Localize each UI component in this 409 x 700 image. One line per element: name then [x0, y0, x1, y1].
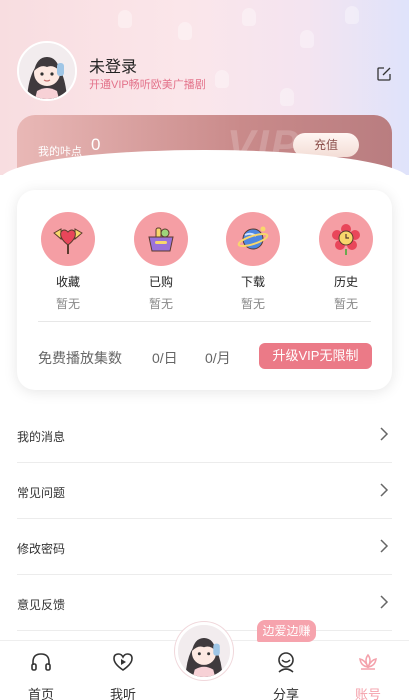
tab-label: 我听 — [109, 687, 136, 700]
heart-play-icon — [113, 653, 133, 671]
downloads-count: 暂无 — [240, 297, 265, 311]
shopping-basket-icon — [148, 227, 174, 252]
upgrade-vip-button[interactable]: 升级VIP无限制 — [259, 343, 372, 369]
tulip-decoration — [215, 70, 229, 88]
menu-item-faq[interactable]: 常见问题 — [17, 463, 392, 519]
vip-promo-text[interactable]: 开通VIP畅听欧美广播剧 — [89, 76, 206, 92]
lollipop-icon — [53, 228, 83, 254]
favorites-label: 收藏 — [55, 275, 80, 289]
stats-divider — [38, 321, 371, 322]
favorites-icon-circle — [41, 212, 95, 266]
menu-item-messages[interactable]: 我的消息 — [17, 407, 392, 463]
user-name[interactable]: 未登录 — [89, 53, 137, 77]
share-character-icon — [278, 652, 294, 673]
menu-item-label: 我的消息 — [17, 430, 66, 444]
stats-card: 收藏 暂无 已购 暂无 下载 暂无 历史 暂无 免费播放集数 0/日 0/月 升… — [17, 190, 392, 390]
purchased-icon-circle — [134, 212, 188, 266]
tulip-decoration — [345, 6, 359, 24]
tab-label: 账号 — [354, 687, 381, 700]
stat-favorites[interactable]: 收藏 暂无 — [38, 212, 98, 312]
chevron-right-icon — [380, 483, 389, 497]
menu-item-label: 常见问题 — [17, 486, 66, 500]
settings-menu: 我的消息 常见问题 修改密码 意见反馈 — [0, 407, 409, 631]
history-icon-circle — [319, 212, 373, 266]
favorites-count: 暂无 — [55, 297, 80, 311]
purchased-count: 暂无 — [148, 297, 173, 311]
chevron-right-icon — [380, 427, 389, 441]
points-value: 0 — [91, 135, 101, 154]
edit-icon[interactable] — [376, 66, 392, 82]
headphones-icon — [31, 653, 51, 671]
history-label: 历史 — [333, 275, 358, 289]
lotus-icon — [359, 653, 377, 670]
menu-item-label: 意见反馈 — [17, 598, 66, 612]
tulip-decoration — [300, 30, 314, 48]
free-plays-per-month: 0/月 — [205, 350, 231, 366]
tulip-decoration — [178, 22, 192, 40]
purchased-label: 已购 — [148, 275, 173, 289]
tulip-decoration — [118, 10, 132, 28]
planet-icon — [237, 226, 269, 250]
free-plays-label: 免费播放集数 — [38, 350, 122, 366]
tulip-decoration — [280, 88, 294, 106]
stat-purchased[interactable]: 已购 暂无 — [131, 212, 191, 312]
tab-share[interactable]: 分享 — [261, 651, 311, 700]
tab-account[interactable]: 账号 — [343, 651, 393, 700]
menu-item-change-password[interactable]: 修改密码 — [17, 519, 392, 575]
downloads-icon-circle — [226, 212, 280, 266]
chevron-right-icon — [380, 595, 389, 609]
stat-history[interactable]: 历史 暂无 — [316, 212, 376, 312]
chevron-right-icon — [380, 539, 389, 553]
tab-home[interactable]: 首页 — [16, 651, 66, 700]
tulip-decoration — [242, 8, 256, 26]
anime-girl-avatar-icon — [178, 625, 230, 677]
tab-label: 分享 — [272, 687, 299, 700]
anime-girl-avatar-icon — [19, 43, 75, 99]
tab-label: 首页 — [27, 687, 54, 700]
history-count: 暂无 — [333, 297, 358, 311]
tab-my-listen[interactable]: 我听 — [98, 651, 148, 700]
avatar[interactable] — [17, 41, 77, 101]
profile-header: 未登录 开通VIP畅听欧美广播剧 VIP 我的咔点 0 充值 — [0, 0, 409, 175]
flower-clock-icon — [332, 224, 360, 255]
free-plays-per-day: 0/日 — [152, 350, 178, 366]
menu-item-label: 修改密码 — [17, 542, 66, 556]
center-play-avatar-button[interactable] — [175, 622, 233, 680]
earn-badge[interactable]: 边爱边赚 — [257, 620, 316, 642]
downloads-label: 下载 — [240, 275, 265, 289]
stat-downloads[interactable]: 下载 暂无 — [223, 212, 283, 312]
